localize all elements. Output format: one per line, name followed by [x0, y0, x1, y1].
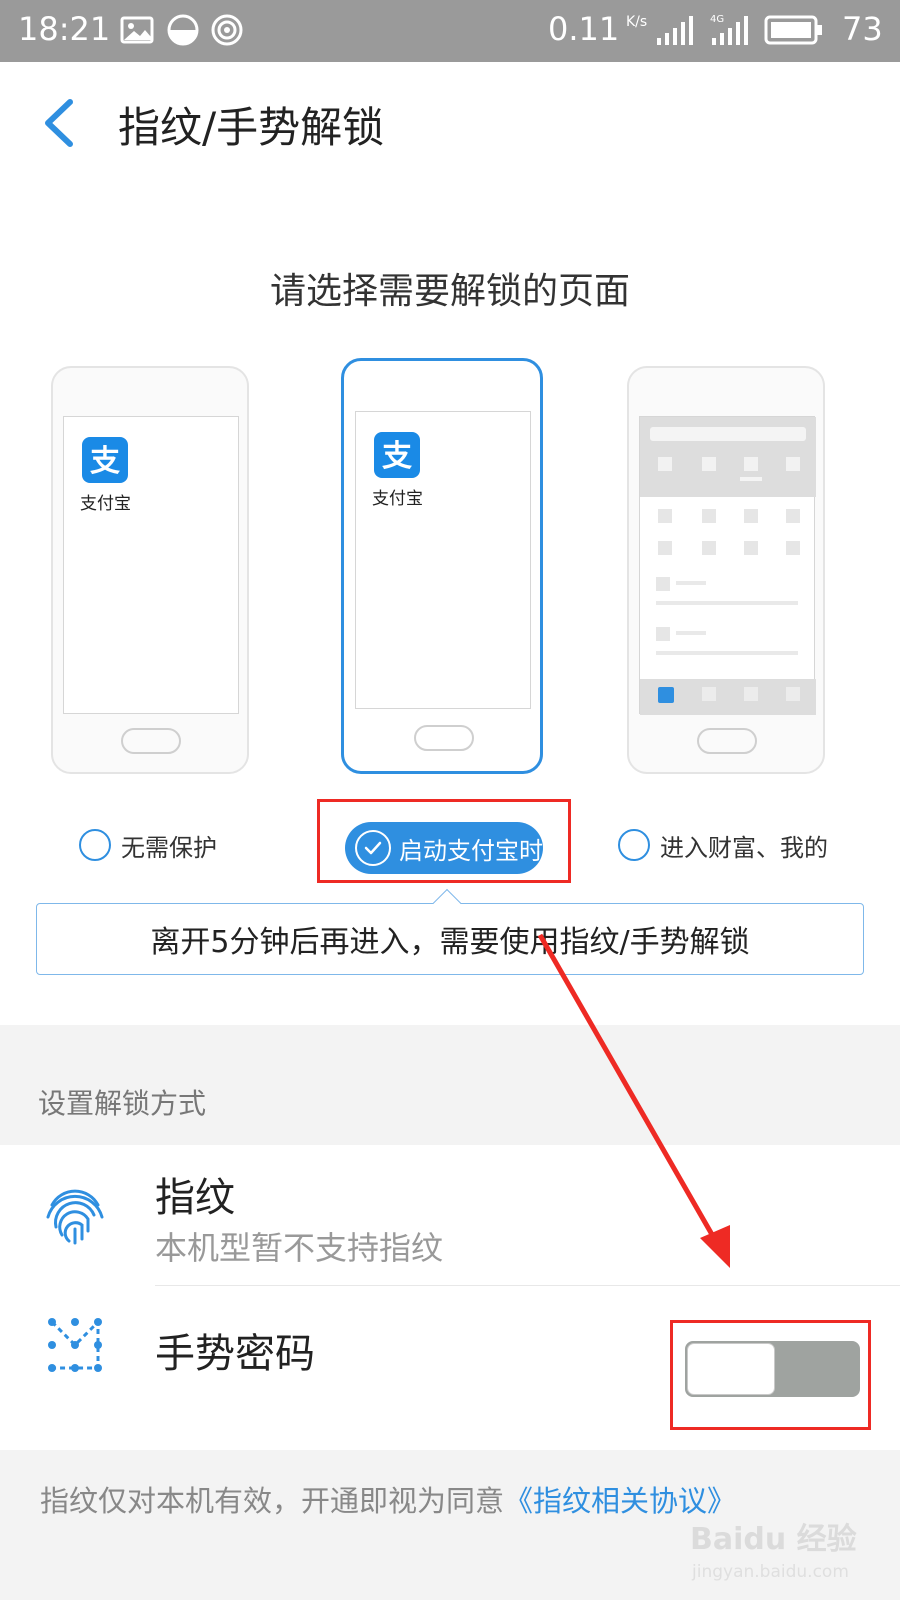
grid-cell — [702, 457, 716, 471]
page-title: 指纹/手势解锁 — [118, 103, 385, 152]
baidu-watermark: Baidu 经验 jingyan.baidu.com — [690, 1514, 890, 1594]
app-name-label: 支付宝 — [372, 489, 423, 509]
grid-cell — [744, 541, 758, 555]
svg-text:4G: 4G — [710, 14, 724, 25]
phone-preview-launch[interactable]: 支 支付宝 — [341, 358, 543, 774]
fingerprint-icon — [46, 1189, 104, 1245]
option-label: 无需保护 — [121, 833, 217, 862]
signal-icon — [657, 16, 693, 45]
annotation-highlight-box — [670, 1320, 871, 1430]
gesture-title: 手势密码 — [155, 1331, 315, 1377]
grid-cell — [658, 509, 672, 523]
list-line — [656, 601, 798, 605]
grid-cell — [786, 457, 800, 471]
home-button — [121, 728, 181, 754]
app-name-label: 支付宝 — [80, 494, 131, 514]
network-speed: 0.11 — [548, 10, 620, 48]
list-thumb — [656, 627, 670, 641]
watermark-url: jingyan.baidu.com — [692, 1562, 849, 1582]
phone-preview-none[interactable]: 支 支付宝 — [51, 366, 249, 774]
grid-cell — [702, 509, 716, 523]
svg-text:支: 支 — [382, 439, 412, 474]
section-title: 设置解锁方式 — [38, 1087, 207, 1120]
clock-icon — [167, 14, 199, 46]
image-icon — [120, 16, 154, 44]
footer-text: 指纹仅对本机有效，开通即视为同意 — [40, 1484, 505, 1518]
section-subtitle: 请选择需要解锁的页面 — [269, 271, 630, 312]
grid-cell — [744, 509, 758, 523]
nav-item-selected — [658, 687, 674, 703]
home-button — [414, 725, 474, 751]
option-label: 进入财富、我的 — [660, 833, 828, 862]
wealth-header-area — [640, 417, 816, 497]
list-line — [676, 631, 706, 635]
svg-text:支: 支 — [90, 444, 120, 479]
phone-screen-wealth — [639, 416, 816, 715]
status-bar: 18:21 0.11 K/s 4G 73 — [0, 0, 900, 62]
grid-cell — [786, 509, 800, 523]
grid-cell — [658, 457, 672, 471]
battery-icon — [764, 15, 822, 45]
back-chevron-icon[interactable] — [38, 98, 82, 148]
network-speed-unit: K/s — [626, 14, 648, 30]
alipay-logo: 支 — [82, 437, 128, 483]
alipay-logo: 支 — [374, 432, 420, 478]
tooltip-text: 离开5分钟后再进入，需要使用指纹/手势解锁 — [150, 925, 750, 960]
grid-cell — [702, 541, 716, 555]
fingerprint-agreement-link[interactable]: 《指纹相关协议》 — [504, 1484, 736, 1518]
nav-item — [786, 687, 800, 701]
location-icon — [211, 14, 243, 46]
nav-item — [702, 687, 716, 701]
fingerprint-subtitle: 本机型暂不支持指纹 — [155, 1229, 444, 1267]
status-time: 18:21 — [18, 10, 111, 48]
phone-screen: 支 支付宝 — [355, 411, 531, 709]
radio-unchecked-icon — [79, 829, 111, 861]
grid-cell — [744, 457, 758, 471]
list-thumb — [656, 577, 670, 591]
grid-cell — [658, 541, 672, 555]
home-button — [697, 728, 757, 754]
radio-unchecked-icon — [618, 829, 650, 861]
watermark-logo: Baidu 经验 — [690, 1522, 857, 1557]
grid-cell — [786, 541, 800, 555]
battery-percent: 73 — [842, 10, 883, 48]
fingerprint-row: 指纹 本机型暂不支持指纹 — [0, 1145, 900, 1286]
nav-item — [744, 687, 758, 701]
phone-screen: 支 支付宝 — [63, 416, 239, 714]
tab-underline — [740, 477, 762, 481]
bottom-nav-placeholder — [640, 679, 816, 715]
list-line — [676, 581, 706, 585]
footer-agreement: 指纹仅对本机有效，开通即视为同意《指纹相关协议》 — [40, 1478, 736, 1520]
search-bar-placeholder — [650, 427, 806, 441]
gesture-pattern-icon — [48, 1318, 102, 1372]
option-no-protection[interactable]: 无需保护 — [79, 828, 217, 862]
option-wealth-me[interactable]: 进入财富、我的 — [618, 828, 828, 862]
annotation-highlight-box — [317, 799, 571, 883]
4g-signal-icon: 4G — [710, 14, 748, 45]
fingerprint-title: 指纹 — [155, 1175, 235, 1221]
list-line — [656, 651, 798, 655]
phone-preview-wealth[interactable] — [627, 366, 825, 774]
